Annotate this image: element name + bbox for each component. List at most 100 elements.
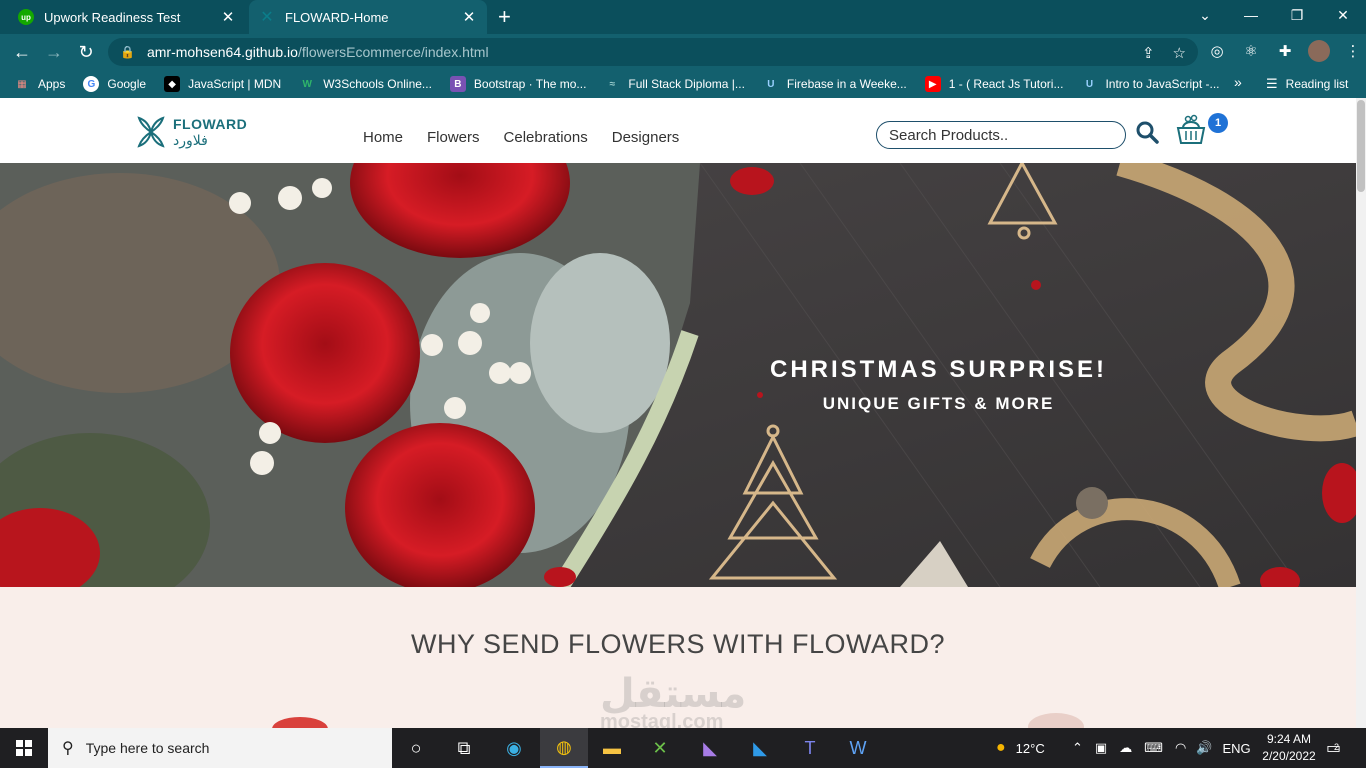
hero-title: CHRISTMAS SURPRISE!: [770, 356, 1108, 383]
w3schools-icon: W: [302, 78, 312, 90]
diploma-icon: ≈: [609, 78, 616, 90]
start-button[interactable]: [0, 728, 48, 768]
taskbar-search[interactable]: ⚲ Type here to search: [48, 728, 392, 768]
scrollbar-thumb[interactable]: [1357, 100, 1365, 192]
forward-button[interactable]: →: [42, 40, 66, 64]
bookmark-star-icon[interactable]: ☆: [1173, 44, 1186, 62]
basket-icon[interactable]: [1174, 114, 1208, 146]
minimize-button[interactable]: —: [1228, 0, 1274, 30]
visual-studio-app[interactable]: ◣: [686, 728, 734, 768]
bookmark-google[interactable]: G Google: [83, 76, 146, 92]
cart-count-badge: 1: [1208, 113, 1228, 133]
close-window-button[interactable]: ✕: [1320, 0, 1366, 30]
reading-list-button[interactable]: ☰ Reading list: [1266, 76, 1348, 92]
bookmark-mdn[interactable]: ◆ JavaScript | MDN: [164, 76, 281, 92]
onedrive-icon[interactable]: ☁: [1119, 740, 1132, 756]
file-explorer-app[interactable]: ▬: [588, 728, 636, 768]
tab-title: Upwork Readiness Test: [44, 9, 181, 25]
word-app[interactable]: W: [834, 728, 882, 768]
close-icon[interactable]: ✕: [220, 8, 236, 26]
search-products-input[interactable]: [876, 121, 1126, 149]
hero-subtitle: UNIQUE GIFTS & MORE: [822, 394, 1055, 413]
bookmark-firebase[interactable]: U Firebase in a Weeke...: [763, 76, 906, 92]
hero-banner[interactable]: CHRISTMAS SURPRISE! UNIQUE GIFTS & MORE: [0, 163, 1356, 587]
nav-designers[interactable]: Designers: [612, 129, 680, 146]
wifi-icon[interactable]: ◠: [1175, 740, 1186, 756]
page-scrollbar[interactable]: [1356, 98, 1366, 728]
youtube-icon: ▶: [924, 76, 941, 92]
tab-upwork[interactable]: up Upwork Readiness Test ✕: [8, 0, 246, 34]
bookmark-label: W3Schools Online...: [323, 77, 432, 91]
floward-logo-icon: [137, 116, 165, 148]
logo-text-ar: فلاورد: [173, 132, 208, 148]
reload-button[interactable]: ↻: [74, 40, 98, 64]
system-tray-icons: ⌃ ▣ ☁ ⌨ ◠ 🔊 ENG: [1072, 728, 1251, 768]
floward-logo[interactable]: FLOWARD فلاورد: [135, 116, 247, 148]
keyboard-icon[interactable]: ⌨: [1144, 740, 1163, 756]
upwork-icon: up: [18, 9, 34, 25]
cortana-button[interactable]: ○: [392, 728, 440, 768]
apps-grid-icon: ▦: [17, 78, 27, 90]
why-section-title: WHY SEND FLOWERS WITH FLOWARD?: [410, 629, 946, 659]
extension-target-icon[interactable]: ◎: [1206, 40, 1228, 62]
tab-floward[interactable]: ✕ FLOWARD-Home ✕: [249, 0, 487, 34]
udemy-icon: U: [767, 78, 775, 90]
extensions-puzzle-icon[interactable]: ✚: [1274, 40, 1296, 62]
search-icon: ⚲: [62, 740, 74, 757]
bookmark-diploma[interactable]: ≈ Full Stack Diploma |...: [604, 76, 745, 92]
watermark-ar: مستقل: [600, 672, 747, 716]
close-icon[interactable]: ✕: [461, 8, 477, 26]
bookmark-label: JavaScript | MDN: [188, 77, 282, 91]
bookmark-bootstrap[interactable]: B Bootstrap · The mo...: [449, 76, 587, 92]
browser-toolbar: ← → ↻ 🔒 amr-mohsen64.github.io/flowersEc…: [0, 34, 1366, 70]
word-icon: W: [849, 737, 867, 758]
bookmark-react[interactable]: ▶ 1 - ( React Js Tutori...: [924, 76, 1063, 92]
reading-list-label: Reading list: [1285, 77, 1349, 91]
tab-search-button[interactable]: ⌄: [1182, 0, 1228, 30]
nav-celebrations[interactable]: Celebrations: [504, 129, 588, 146]
excel-app[interactable]: ✕: [636, 728, 684, 768]
menu-kebab-icon[interactable]: ⋮: [1342, 40, 1364, 62]
back-button[interactable]: ←: [10, 40, 34, 64]
windows-taskbar: ⚲ Type here to search ○ ⧉ ◉ ◍ ▬ ✕ ◣ ◣ T …: [0, 728, 1366, 768]
bookmark-label: Bootstrap · The mo...: [473, 77, 587, 91]
bookmark-w3schools[interactable]: W W3Schools Online...: [299, 76, 432, 92]
new-tab-button[interactable]: +: [498, 4, 511, 30]
chrome-app[interactable]: ◍: [540, 728, 588, 768]
nav-home[interactable]: Home: [363, 129, 403, 146]
hero-text: CHRISTMAS SURPRISE! UNIQUE GIFTS & MORE: [770, 356, 1107, 414]
language-indicator[interactable]: ENG: [1223, 741, 1251, 756]
chevron-up-icon[interactable]: ⌃: [1072, 740, 1083, 756]
share-icon[interactable]: ⇪: [1142, 44, 1155, 62]
bookmark-label: Intro to JavaScript -...: [1105, 77, 1220, 91]
tab-title: FLOWARD-Home: [285, 9, 389, 25]
task-view-button[interactable]: ⧉: [440, 728, 488, 768]
search-icon[interactable]: [1134, 119, 1160, 145]
clock-time: 9:24 AM: [1266, 732, 1312, 746]
clock-date: 2/20/2022: [1262, 749, 1316, 763]
floward-icon: ✕: [260, 9, 274, 26]
react-devtools-icon[interactable]: ⚛: [1240, 40, 1262, 62]
meet-now-icon[interactable]: ▣: [1095, 740, 1107, 756]
bookmark-intro-js[interactable]: U Intro to JavaScript -...: [1081, 76, 1220, 92]
weather-widget[interactable]: ● 12°C: [996, 728, 1045, 768]
nav-flowers[interactable]: Flowers: [427, 129, 480, 146]
volume-icon[interactable]: 🔊: [1196, 740, 1212, 756]
edge-app[interactable]: ◉: [490, 728, 538, 768]
bookmark-label: Apps: [38, 77, 66, 91]
bookmark-apps[interactable]: ▦ Apps: [14, 76, 65, 92]
visual-studio-icon: ◣: [703, 737, 717, 758]
restore-button[interactable]: ❐: [1274, 0, 1320, 30]
address-host: amr-mohsen64.github.io: [146, 44, 298, 60]
sun-icon: ●: [996, 739, 1006, 756]
taskbar-search-placeholder: Type here to search: [85, 740, 210, 756]
address-bar[interactable]: 🔒 amr-mohsen64.github.io/flowersEcommerc…: [108, 38, 1198, 66]
vscode-app[interactable]: ◣: [736, 728, 784, 768]
udemy-icon: U: [1085, 78, 1094, 90]
teams-app[interactable]: T: [786, 728, 834, 768]
tab-strip: up Upwork Readiness Test ✕ ✕ FLOWARD-Hom…: [0, 0, 1366, 34]
more-bookmarks-button[interactable]: »: [1234, 74, 1242, 90]
profile-avatar[interactable]: [1308, 40, 1330, 62]
notification-center-button[interactable]: ▭ 2: [1326, 728, 1341, 768]
clock[interactable]: 9:24 AM 2/20/2022: [1254, 731, 1324, 765]
